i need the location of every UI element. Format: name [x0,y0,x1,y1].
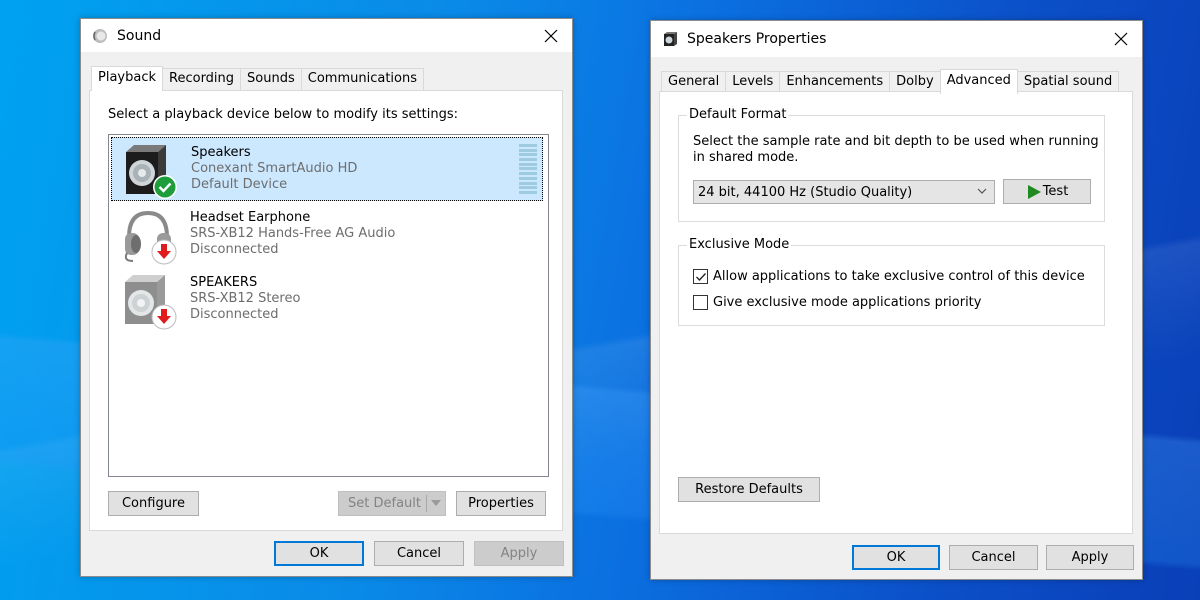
sound-window: Sound Playback Recording Sounds Communic… [80,18,573,577]
selected-format: 24 bit, 44100 Hz (Studio Quality) [698,184,913,200]
split-divider [426,495,427,512]
title-bar: Sound [81,19,572,52]
group-legend: Default Format [687,107,789,122]
tab-bar: General Levels Enhancements Dolby Advanc… [661,69,1120,94]
chevron-down-icon [977,188,987,194]
device-status: Disconnected [190,307,279,322]
device-description: Conexant SmartAudio HD [191,161,358,176]
group-legend: Exclusive Mode [687,237,792,252]
device-description: SRS-XB12 Stereo [190,291,301,306]
disconnected-arrow-icon [151,304,177,330]
check-badge-icon [153,175,177,199]
checkbox-checked[interactable] [693,269,708,284]
checkbox-unchecked[interactable] [693,295,708,310]
exclusive-priority-checkbox[interactable]: Give exclusive mode applications priorit… [693,295,981,310]
test-button[interactable]: Test [1003,179,1091,204]
device-name: Headset Earphone [190,210,311,225]
restore-defaults-button[interactable]: Restore Defaults [678,477,820,502]
tab-dolby[interactable]: Dolby [889,71,941,93]
tab-communications[interactable]: Communications [300,68,425,90]
test-label: Test [1042,184,1069,199]
device-status: Disconnected [190,242,279,257]
description-line: Select the sample rate and bit depth to … [693,134,1099,149]
checkbox-label: Allow applications to take exclusive con… [713,269,1085,284]
properties-button[interactable]: Properties [456,491,546,516]
list-item[interactable]: Speakers Conexant SmartAudio HD Default … [111,137,543,201]
format-description: Select the sample rate and bit depth to … [693,134,1099,166]
tab-advanced[interactable]: Advanced [939,69,1018,94]
set-default-button[interactable]: Set Default [338,491,446,516]
tab-levels[interactable]: Levels [725,71,781,93]
apply-button[interactable]: Apply [1046,545,1134,570]
ok-button[interactable]: OK [274,541,364,566]
ok-button[interactable]: OK [852,545,940,570]
tab-panel: Select a playback device below to modify… [89,90,563,531]
volume-meter [519,144,537,194]
configure-button[interactable]: Configure [108,491,199,516]
play-icon [1027,184,1041,199]
list-item[interactable]: Headset Earphone SRS-XB12 Hands-Free AG … [111,203,543,267]
close-button[interactable] [538,23,564,49]
speaker-icon [91,27,109,45]
title-bar: Speakers Properties [651,21,1142,57]
tab-playback[interactable]: Playback [91,66,164,91]
tab-enhancements[interactable]: Enhancements [779,71,891,93]
device-status: Default Device [191,177,288,192]
cancel-button[interactable]: Cancel [949,545,1038,570]
tab-panel: Default Format Select the sample rate an… [659,91,1133,534]
headset-icon [119,207,177,265]
set-default-label: Set Default [348,496,421,511]
disconnected-arrow-icon [151,239,177,265]
device-description: SRS-XB12 Hands-Free AG Audio [190,226,396,241]
checkbox-label: Give exclusive mode applications priorit… [713,295,982,310]
close-icon [1114,32,1128,46]
exclusive-mode-group: Exclusive Mode Allow applications to tak… [678,237,1105,326]
tab-general[interactable]: General [661,71,727,93]
instruction-text: Select a playback device below to modify… [108,107,458,122]
device-list[interactable]: Speakers Conexant SmartAudio HD Default … [108,134,549,477]
close-icon [544,29,558,43]
speaker-icon [119,272,177,330]
tab-bar: Playback Recording Sounds Communications [91,66,425,91]
description-line: in shared mode. [693,150,799,165]
allow-exclusive-checkbox[interactable]: Allow applications to take exclusive con… [693,269,1085,284]
device-name: Speakers [191,145,251,160]
speaker-icon [120,142,178,199]
cancel-button[interactable]: Cancel [374,541,464,566]
device-name: SPEAKERS [190,275,258,290]
chevron-down-icon [431,500,441,506]
tab-sounds[interactable]: Sounds [240,68,302,90]
tab-spatial-sound[interactable]: Spatial sound [1016,71,1120,93]
window-title: Speakers Properties [687,31,827,47]
checkmark-icon [695,272,706,281]
list-item[interactable]: SPEAKERS SRS-XB12 Stereo Disconnected [111,268,543,332]
speaker-icon [661,30,679,48]
default-format-group: Default Format Select the sample rate an… [678,107,1105,222]
tab-recording[interactable]: Recording [162,68,242,90]
window-title: Sound [117,27,162,44]
close-button[interactable] [1108,26,1134,52]
apply-button[interactable]: Apply [474,541,564,566]
format-select[interactable]: 24 bit, 44100 Hz (Studio Quality) [693,180,995,204]
speakers-properties-window: Speakers Properties General Levels Enhan… [650,20,1143,580]
